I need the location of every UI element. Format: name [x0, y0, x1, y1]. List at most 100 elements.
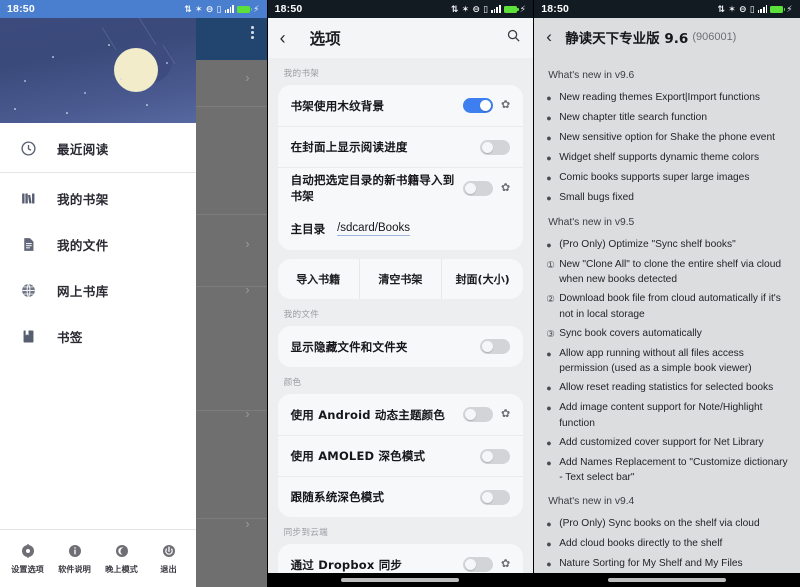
section-header-cloud-sync: 同步到云端: [283, 528, 329, 538]
setting-row-show-hidden-files[interactable]: 显示隐藏文件和文件夹: [278, 326, 524, 367]
changelog-appbar: ‹ 静读天下专业版 9.6 (906001): [534, 18, 800, 56]
data-transfer-icon: ⇅: [717, 3, 726, 14]
gear-icon[interactable]: ✿: [501, 100, 510, 111]
changelog-item: ● New reading themes Export|Import funct…: [546, 90, 788, 107]
data-transfer-icon: ⇅: [184, 3, 193, 14]
sidebar-item-my-files[interactable]: 我的文件: [0, 221, 196, 267]
settings-card-my-shelf: 书架使用木纹背景 ✿ 在封面上显示阅读进度 自动把选定目录的新书籍导入到书架 ✿…: [277, 85, 524, 250]
changelog-item: ● (Pro Only) Optimize "Sync shelf books": [546, 237, 788, 254]
status-bar: 18:50 ⇅ ✶ ⊖ ▯ ⚡: [0, 0, 267, 18]
gear-icon[interactable]: ✿: [501, 182, 510, 194]
changelog-item: ● Add customized cover support for Net L…: [546, 435, 788, 452]
options-list[interactable]: 我的书架 书架使用木纹背景 ✿ 在封面上显示阅读进度 自动把选定目录的新书籍导入…: [267, 58, 534, 573]
status-bar: 18:50 ⇅ ✶ ⊖ ▯ ⚡: [267, 0, 534, 18]
home-gesture-pill[interactable]: [607, 578, 726, 582]
gear-icon[interactable]: ✿: [501, 559, 510, 570]
changelog-text: New chapter title search function: [559, 112, 707, 123]
bottom-action-exit[interactable]: 退出: [147, 543, 191, 575]
bottom-action-label: 晚上模式: [105, 563, 138, 574]
clear-shelf-button[interactable]: 清空书架: [358, 259, 441, 299]
setting-label: 显示隐藏文件和文件夹: [290, 339, 408, 354]
changelog-text: Comic books supports super large images: [559, 172, 750, 183]
setting-row-auto-import[interactable]: 自动把选定目录的新书籍导入到书架 ✿: [277, 167, 524, 208]
search-icon[interactable]: [506, 28, 521, 48]
sidebar-item-label: 我的书架: [57, 191, 109, 207]
setting-row-amoled-dark-mode[interactable]: 使用 AMOLED 深色模式: [277, 435, 524, 476]
changelog-text: (Pro Only) Optimize "Sync shelf books": [559, 238, 736, 250]
toggle-switch[interactable]: [462, 407, 493, 422]
setting-row-dropbox-sync[interactable]: 通过 Dropbox 同步 ✿: [278, 544, 524, 573]
setting-row-dynamic-theme-colors[interactable]: 使用 Android 动态主题颜色 ✿: [278, 394, 524, 435]
sidebar-item-label: 书签: [57, 329, 83, 345]
toggle-switch[interactable]: [480, 448, 511, 464]
status-clock: 18:50: [7, 3, 35, 15]
globe-icon: [15, 282, 41, 299]
setting-label: 书架使用木纹背景: [290, 98, 385, 113]
menu-divider: [0, 172, 196, 173]
changelog-text: Nature Sorting for My Shelf and My Files: [559, 557, 743, 569]
bottom-action-about[interactable]: 软件说明: [53, 543, 97, 575]
changelog-text: Add Names Replacement to "Customize dict…: [559, 456, 788, 484]
bottom-action-settings[interactable]: 设置选项: [6, 543, 50, 575]
setting-label: 在封面上显示阅读进度: [290, 140, 408, 154]
changelog-text: Small bugs fixed: [559, 192, 634, 203]
changelog-item: ● New sensitive option for Shake the pho…: [546, 130, 788, 147]
import-books-button[interactable]: 导入书籍: [278, 259, 359, 299]
setting-row-follow-system-dark-mode[interactable]: 跟随系统深色模式: [277, 476, 524, 517]
battery-icon: [770, 5, 786, 13]
charging-bolt-icon: ⚡: [786, 3, 793, 14]
bullet-marker: ●: [546, 348, 552, 359]
background-chevron-icon: ›: [245, 236, 250, 251]
overflow-menu-icon[interactable]: [251, 26, 254, 41]
changelog-item: ● Add cloud books directly to the shelf: [546, 536, 788, 553]
bluetooth-icon: ✶: [461, 3, 470, 14]
toggle-switch[interactable]: [480, 489, 511, 505]
bullet-marker: ●: [546, 193, 552, 203]
setting-row-progress-on-cover[interactable]: 在封面上显示阅读进度: [277, 126, 524, 167]
changelog-item: ● Widget shelf supports dynamic theme co…: [546, 150, 788, 167]
toggle-switch[interactable]: [480, 139, 511, 155]
bullet-marker: ●: [546, 518, 552, 529]
options-appbar: ‹ 选项: [267, 18, 534, 58]
status-icons: ⇅ ✶ ⊖ ▯ ⚡: [184, 3, 259, 14]
drawer-menu: 最近阅读 我的书架 我的文件 网上书库 书签: [0, 123, 196, 529]
toggle-switch[interactable]: [462, 557, 493, 572]
changelog-text: Add image content support for Note/Highl…: [559, 402, 763, 429]
background-chevron-icon: ›: [245, 516, 250, 531]
bottom-action-night-mode[interactable]: 晚上模式: [100, 543, 144, 575]
bullet-marker: ●: [546, 437, 552, 448]
toggle-switch[interactable]: [462, 98, 493, 113]
sidebar-item-my-shelf[interactable]: 我的书架: [0, 175, 196, 221]
sidebar-item-online-library[interactable]: 网上书库: [0, 267, 196, 313]
changelog-text: New sensitive option for Shake the phone…: [559, 132, 775, 143]
section-header-my-shelf: 我的书架: [283, 69, 320, 79]
bullet-marker: ●: [546, 153, 552, 163]
sidebar-item-recent-reading[interactable]: 最近阅读: [0, 125, 196, 171]
cover-size-button[interactable]: 封面(大小): [441, 259, 523, 299]
vibrate-icon: ▯: [216, 3, 222, 14]
bullet-marker: ●: [546, 383, 552, 393]
toggle-switch[interactable]: [480, 339, 511, 354]
home-gesture-pill[interactable]: [341, 578, 460, 582]
changelog-text: New "Clone All" to clone the entire shel…: [559, 258, 782, 286]
section-header-colors: 颜色: [283, 378, 302, 388]
number-marker: ③: [546, 328, 555, 340]
back-icon[interactable]: ‹: [280, 28, 300, 49]
panel-changelog: 18:50 ⇅ ✶ ⊖ ▯ ⚡ ‹ 静读天下专业版 9.6 (906001) W…: [533, 0, 800, 587]
number-marker: ②: [546, 294, 555, 305]
gear-icon[interactable]: ✿: [501, 409, 510, 420]
toggle-switch[interactable]: [462, 180, 493, 196]
changelog-item: ● Add image content support for Note/Hig…: [546, 400, 788, 431]
directory-value[interactable]: /sdcard/Books: [337, 222, 410, 236]
setting-row-main-directory[interactable]: 主目录 /sdcard/Books: [278, 208, 524, 250]
changelog-item: ② Download book file from cloud automati…: [546, 291, 788, 322]
back-icon[interactable]: ‹: [546, 27, 565, 47]
setting-row-wood-background[interactable]: 书架使用木纹背景 ✿: [278, 85, 524, 126]
changelog-body[interactable]: What's new in v9.6 ● New reading themes …: [534, 56, 800, 573]
changelog-text: (Pro Only) Sync books on the shelf via c…: [559, 517, 760, 529]
sidebar-item-bookmarks[interactable]: 书签: [0, 313, 196, 359]
status-icons: ⇅ ✶ ⊖ ▯ ⚡: [717, 3, 793, 14]
setting-label: 使用 Android 动态主题颜色: [290, 407, 446, 422]
system-navigation-bar: [534, 573, 800, 587]
bullet-marker: ●: [546, 113, 552, 123]
